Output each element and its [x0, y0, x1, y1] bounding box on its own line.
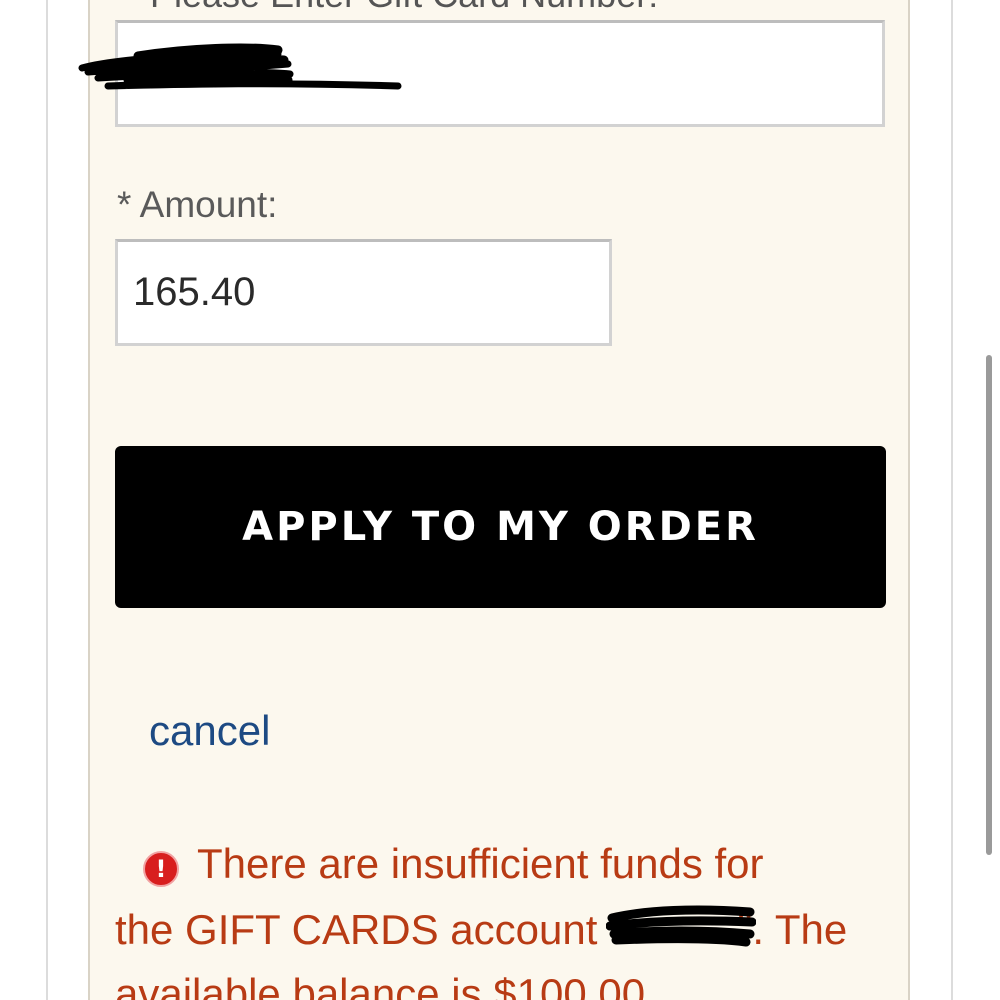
error-message-account-text: the GIFT CARDS account: [115, 906, 598, 953]
amount-label: * Amount:: [117, 184, 278, 225]
redaction-scribble: [78, 43, 402, 90]
page-border-right: [951, 0, 953, 1000]
apply-to-order-button[interactable]: APPLY TO MY ORDER: [115, 446, 886, 608]
page: Please Enter Gift Card Number: * Amount:…: [0, 0, 1000, 1000]
card-number-label: Please Enter Gift Card Number:: [150, 0, 658, 16]
exclamation-circle-icon: !: [143, 851, 179, 887]
scrollbar-thumb[interactable]: [986, 355, 992, 855]
amount-input[interactable]: [115, 239, 612, 346]
redaction-scribble-account: [606, 905, 756, 947]
cancel-link[interactable]: cancel: [149, 707, 270, 755]
page-border-left: [46, 0, 48, 1000]
error-message-line-1: There are insufficient funds for: [197, 840, 764, 887]
error-message-line-3: available balance is $100.00.: [115, 970, 657, 1000]
